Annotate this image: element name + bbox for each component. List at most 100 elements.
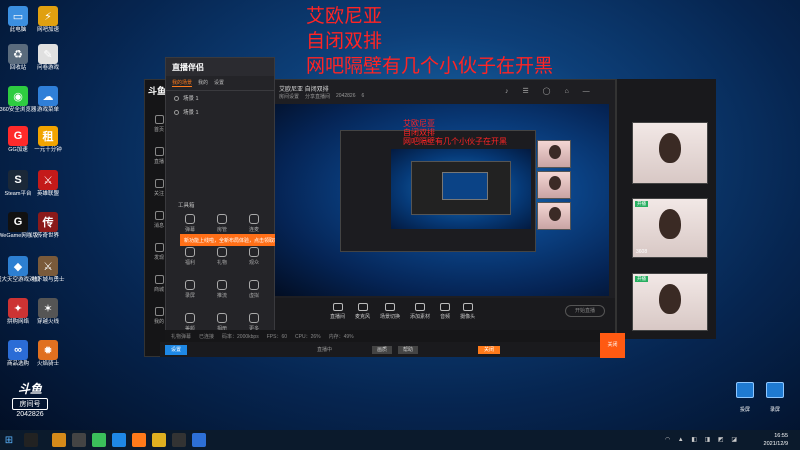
- tool-item[interactable]: 连麦: [238, 214, 270, 233]
- desktop-icon[interactable]: 租一元十分钟: [30, 126, 66, 154]
- nested-camera-thumbs: [537, 140, 575, 248]
- wechat-icon[interactable]: [92, 433, 106, 447]
- desktop-icon[interactable]: ✹ 火焰骑士: [30, 340, 66, 368]
- desktop-icon[interactable]: ✶ 穿越火线: [30, 298, 66, 326]
- search-icon[interactable]: [24, 433, 38, 447]
- tool-item[interactable]: 房管: [206, 214, 238, 233]
- taskbar-clock[interactable]: 16:55 2021/12/9: [764, 432, 788, 448]
- overlay-line-1: 艾欧尼亚: [306, 5, 383, 27]
- side-nav-label: 商城: [153, 287, 164, 293]
- desktop-icon[interactable]: ⚔ 地下城与勇士: [30, 256, 66, 284]
- desktop-icon-label: 英雄联盟: [36, 191, 59, 197]
- tool-item[interactable]: 观众: [238, 247, 270, 266]
- scene-item[interactable]: 场景 1: [166, 105, 274, 119]
- nav-icon: [154, 275, 164, 284]
- toolbar-button[interactable]: 直播间: [330, 302, 345, 320]
- help-button[interactable]: 帮助: [398, 345, 419, 354]
- status-item: 内存：49%: [328, 333, 354, 340]
- system-tray[interactable]: ◠ ▲ ◧ ◨ ◩ ◪: [665, 436, 740, 443]
- tool-icon: [249, 313, 259, 323]
- side-nav-label: 关注: [153, 191, 164, 197]
- toolbar-button[interactable]: 添加素材: [410, 302, 430, 320]
- toolbar-label: 摄像头: [460, 313, 476, 320]
- room-settings-link[interactable]: 房间设置: [279, 93, 299, 100]
- taskbar-app-icon[interactable]: [132, 433, 146, 447]
- nav-icon: [154, 243, 164, 252]
- windows-start-icon[interactable]: ⊞: [0, 430, 18, 450]
- desktop-icon-label: 火焰骑士: [36, 361, 59, 367]
- tab-settings[interactable]: 设置: [214, 79, 224, 87]
- desktop-icon[interactable]: ☁ 游戏菜单: [30, 86, 66, 114]
- toolbar-button[interactable]: 音频: [440, 302, 450, 320]
- tool-icon: [185, 247, 195, 257]
- app-icon: ⚔: [38, 170, 58, 190]
- desktop-icon-label: 问卷游戏: [36, 65, 59, 71]
- start-live-button[interactable]: 开始直播: [565, 305, 605, 317]
- nested-preview-2: [411, 161, 511, 215]
- tool-item[interactable]: 弹幕: [174, 214, 206, 233]
- douyu-room-id: 2042826: [16, 411, 44, 418]
- desktop-icon-label: 此电脑: [9, 27, 27, 33]
- tab-scenes[interactable]: 我的场景: [172, 79, 193, 87]
- eye-icon[interactable]: [174, 95, 179, 101]
- desktop-icon-label: GG加速: [8, 147, 28, 153]
- toolbar-icon: [385, 302, 396, 311]
- nav-icon: [154, 147, 164, 156]
- taskbar-app-icon[interactable]: [52, 433, 66, 447]
- desktop-icon[interactable]: ⚡ 网吧加速: [30, 6, 66, 34]
- scene-item[interactable]: 场景 1: [166, 91, 274, 105]
- desktop-icon-cast[interactable]: 投屏: [732, 382, 758, 416]
- tool-item[interactable]: 福利: [174, 247, 206, 266]
- tool-item[interactable]: 礼物: [206, 247, 238, 266]
- taskbar-app-icon[interactable]: [192, 433, 206, 447]
- douyu-logo[interactable]: 斗鱼 房间号 2042826: [6, 380, 54, 418]
- app-icon: ∞: [8, 340, 28, 360]
- desktop-icon[interactable]: ✎ 问卷游戏: [30, 44, 66, 72]
- tool-item[interactable]: 推流: [206, 280, 238, 299]
- settings-button[interactable]: 设置: [165, 344, 187, 355]
- tab-mine[interactable]: 我的: [198, 79, 208, 87]
- status-item: 码率：2000kbps: [222, 333, 259, 340]
- taskbar-app-icon[interactable]: [112, 433, 126, 447]
- toolbar-button[interactable]: 摄像头: [460, 302, 476, 320]
- toolbar-label: 场景切换: [380, 313, 401, 320]
- side-nav-label: 消息: [153, 223, 164, 229]
- tool-icon: [185, 214, 195, 224]
- taskbar-app-icon[interactable]: [72, 433, 86, 447]
- clock-time: 16:55: [774, 433, 788, 439]
- overlay-line-2: 自闭双排: [306, 30, 383, 52]
- camera-card[interactable]: 开播: [632, 273, 708, 331]
- app-icon: ⚔: [38, 256, 58, 276]
- window-controls[interactable]: ♪ ☰ ◯ ⌂ —: [505, 87, 596, 95]
- tool-item[interactable]: 录屏: [174, 280, 206, 299]
- stop-live-button[interactable]: 关闭: [600, 333, 625, 358]
- toolbar-icon: [357, 302, 368, 311]
- camera-card[interactable]: [632, 122, 708, 184]
- desktop-icon[interactable]: 传传奇世界: [30, 212, 66, 240]
- share-link[interactable]: 分享直播间: [305, 93, 330, 100]
- taskbar-app-icon[interactable]: [172, 433, 186, 447]
- close-button[interactable]: 关闭: [478, 345, 501, 354]
- monitor-icon: [736, 382, 754, 398]
- folder-icon[interactable]: [152, 433, 166, 447]
- camera-card[interactable]: 开播 3608: [632, 198, 708, 258]
- tool-icon: [185, 280, 195, 290]
- toolbox-grid: 弹幕 房管 连麦 福利 礼物 观众 录屏 推流 虚拟 美颜 相册 更多: [174, 214, 270, 332]
- tool-label: 推流: [216, 293, 227, 299]
- app-icon: ☁: [38, 86, 58, 106]
- toolbar-button[interactable]: 场景切换: [380, 302, 401, 320]
- toolbar-button[interactable]: 麦克风: [355, 302, 370, 320]
- eye-icon[interactable]: [174, 109, 179, 115]
- desktop-icon-record[interactable]: 录屏: [762, 382, 788, 416]
- stop-live-label: 关闭: [607, 342, 618, 348]
- tool-label: 礼物: [216, 260, 227, 266]
- toolbox-title: 工具箱: [178, 203, 195, 209]
- tool-label: 房管: [216, 227, 227, 233]
- nested-overlay-line: 网吧隔壁有几个小伙子在开黑: [403, 137, 507, 146]
- desktop-icon[interactable]: ⚔ 英雄联盟: [30, 170, 66, 198]
- nav-icon: [154, 211, 164, 220]
- tool-icon: [217, 247, 227, 257]
- tool-item[interactable]: 虚拟: [238, 280, 270, 299]
- app-icon: ◉: [8, 86, 28, 106]
- quality-button[interactable]: 画质: [372, 345, 393, 354]
